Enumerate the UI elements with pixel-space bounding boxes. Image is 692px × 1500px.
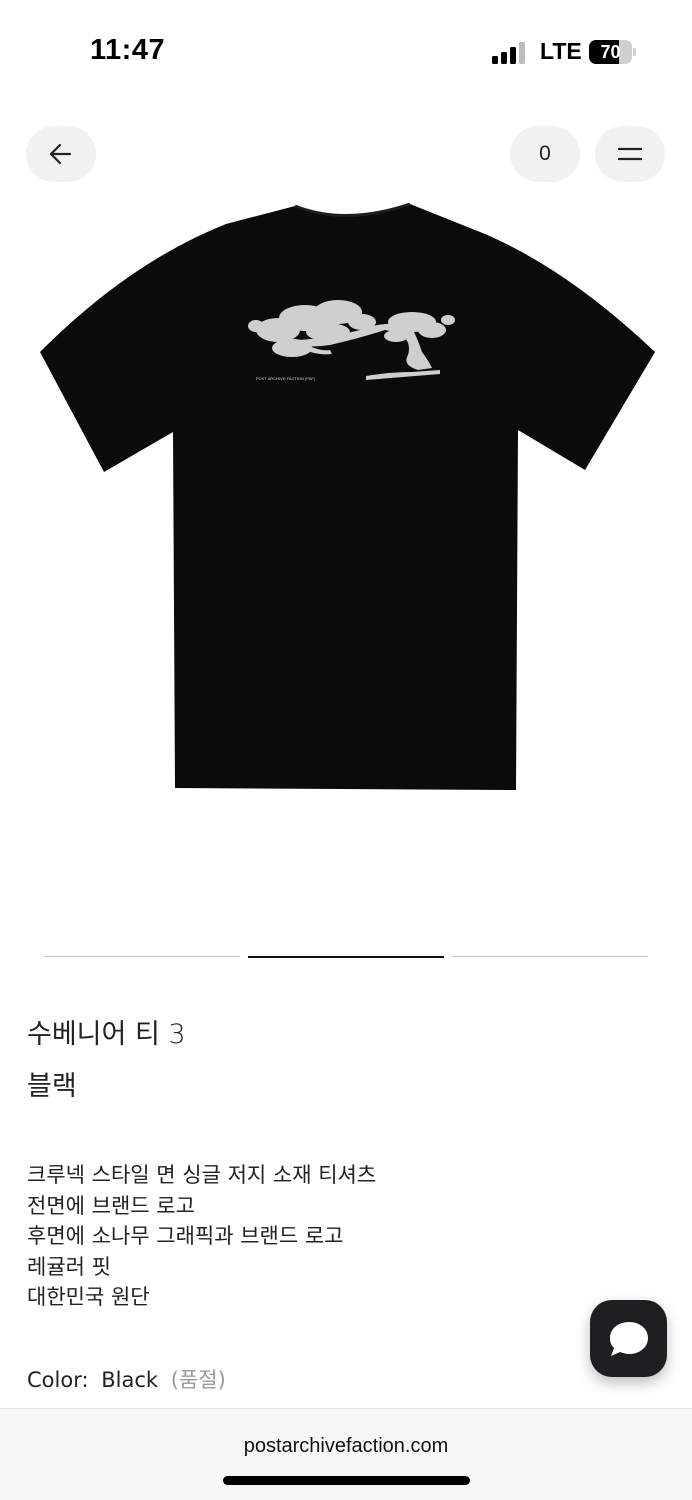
arrow-left-icon: [49, 143, 72, 165]
url-text[interactable]: postarchivefaction.com: [0, 1435, 692, 1458]
home-indicator[interactable]: [223, 1476, 470, 1485]
carousel-indicator[interactable]: [248, 956, 444, 958]
color-selector[interactable]: Color: Black (품절): [27, 1364, 226, 1394]
sold-out-badge: (품절): [170, 1368, 226, 1392]
chat-button[interactable]: [590, 1300, 667, 1377]
battery-percent: 70: [600, 42, 621, 62]
menu-button[interactable]: [595, 126, 665, 182]
color-value: Black: [101, 1368, 159, 1392]
back-button[interactable]: [26, 126, 96, 182]
battery-icon: 70: [589, 40, 637, 64]
shirt-print-text: POST ARCHIVE FACTION (PAF): [256, 376, 316, 381]
description-line: 크루넥 스타일 면 싱글 저지 소재 티셔츠: [27, 1163, 377, 1187]
product-title: 수베니어 티 3: [27, 1019, 186, 1050]
product-color-name: 블랙: [27, 1071, 77, 1102]
product-image[interactable]: POST ARCHIVE FACTION (PAF): [0, 190, 692, 910]
carousel-indicator[interactable]: [44, 956, 240, 957]
t-shirt-shape: [40, 204, 655, 790]
cellular-signal-icon: [492, 42, 525, 64]
cart-count: 0: [539, 142, 551, 165]
description-line: 레귤러 핏: [27, 1254, 111, 1279]
network-type: LTE: [540, 38, 582, 64]
product-description: 크루넥 스타일 면 싱글 저지 소재 티셔츠 전면에 브랜드 로고 후면에 소나…: [27, 1160, 376, 1313]
hamburger-menu-icon: [617, 147, 643, 161]
cart-button[interactable]: 0: [510, 126, 580, 182]
description-line: 전면에 브랜드 로고: [27, 1193, 195, 1218]
image-carousel-indicators: [44, 956, 648, 960]
color-label: Color:: [27, 1368, 89, 1392]
description-line: 후면에 소나무 그래픽과 브랜드 로고: [27, 1224, 344, 1248]
status-time: 11:47: [90, 34, 166, 66]
chat-bubble-icon: [609, 1321, 648, 1356]
carousel-indicator[interactable]: [452, 956, 648, 957]
description-line: 대한민국 원단: [27, 1285, 150, 1309]
browser-address-bar[interactable]: postarchivefaction.com: [0, 1408, 692, 1500]
product-page: 11:47 LTE 70 0 POST ARCHIVE FACTION (PAF…: [0, 0, 692, 1500]
